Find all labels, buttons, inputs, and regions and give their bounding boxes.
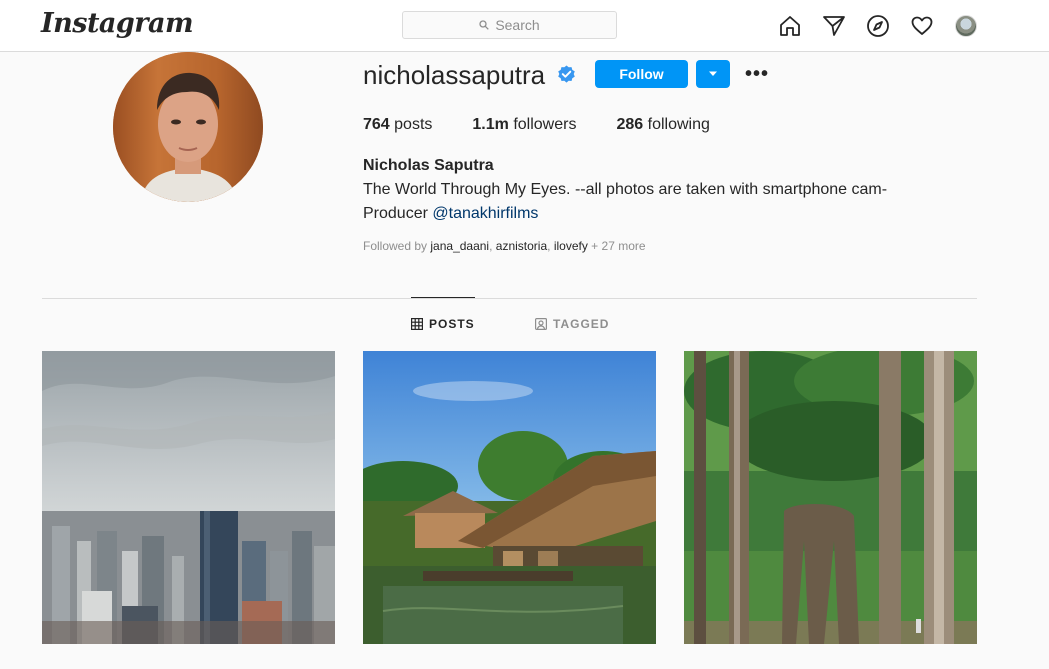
bio-producer-text: Producer	[363, 205, 428, 222]
tab-posts[interactable]: POSTS	[411, 317, 475, 331]
profile-avatar[interactable]	[953, 13, 979, 39]
search-placeholder: Search	[495, 17, 540, 33]
tab-posts-label: POSTS	[429, 317, 475, 331]
home-icon[interactable]	[777, 13, 803, 39]
profile-stats: 764 posts 1.1m followers 286 following	[363, 116, 750, 134]
profile-username: nicholassaputra	[363, 60, 546, 90]
more-options-button[interactable]: •••	[744, 60, 770, 88]
posts-count: 764	[363, 116, 390, 133]
profile-picture[interactable]	[113, 52, 263, 202]
post-thumbnail-city-skyline[interactable]	[42, 351, 335, 644]
verified-badge-icon	[557, 65, 576, 89]
followers-stat[interactable]: 1.1m followers	[472, 116, 576, 134]
followed-by-prefix: Followed by	[363, 239, 428, 253]
activity-heart-icon[interactable]	[909, 13, 935, 39]
followed-by-more: + 27 more	[591, 239, 646, 253]
grid-icon	[411, 318, 423, 330]
direct-icon[interactable]	[821, 13, 847, 39]
followers-label: followers	[513, 116, 577, 133]
search-icon	[479, 20, 490, 30]
posts-stat: 764 posts	[363, 116, 432, 134]
bio-mention-link[interactable]: @tanakhirfilms	[432, 205, 538, 222]
posts-label: posts	[394, 116, 433, 133]
explore-icon[interactable]	[865, 13, 891, 39]
profile-full-name: Nicholas Saputra	[363, 157, 494, 174]
instagram-logo[interactable]: Instagram	[41, 8, 194, 39]
bio-line: The World Through My Eyes. --all photos …	[363, 181, 888, 198]
post-thumbnail-forest[interactable]	[684, 351, 977, 644]
followed-by-text[interactable]: Followed by jana_daani, aznistoria, ilov…	[363, 239, 646, 253]
search-input[interactable]: Search	[402, 11, 617, 39]
following-stat[interactable]: 286 following	[616, 116, 709, 134]
tagged-user-icon	[535, 318, 547, 330]
follow-button[interactable]: Follow	[595, 60, 688, 88]
chevron-down-icon	[709, 71, 717, 76]
avatar	[955, 15, 977, 37]
nav-icon-group	[777, 13, 979, 39]
post-thumbnail-villa[interactable]	[363, 351, 656, 644]
bio-line: Producer @tanakhirfilms	[363, 205, 538, 223]
following-label: following	[647, 116, 710, 133]
tabs-divider	[42, 298, 977, 299]
suggested-accounts-dropdown-button[interactable]	[696, 60, 730, 88]
follower-name[interactable]: ilovefy	[554, 239, 588, 253]
following-count: 286	[616, 116, 644, 133]
follower-name[interactable]: jana_daani	[430, 239, 489, 253]
tab-tagged-label: TAGGED	[553, 317, 610, 331]
top-navigation-bar: Instagram Search	[0, 0, 1049, 52]
followers-count: 1.1m	[472, 116, 509, 133]
tab-tagged[interactable]: TAGGED	[535, 317, 609, 331]
active-tab-indicator	[411, 297, 475, 298]
follower-name[interactable]: aznistoria	[496, 239, 547, 253]
